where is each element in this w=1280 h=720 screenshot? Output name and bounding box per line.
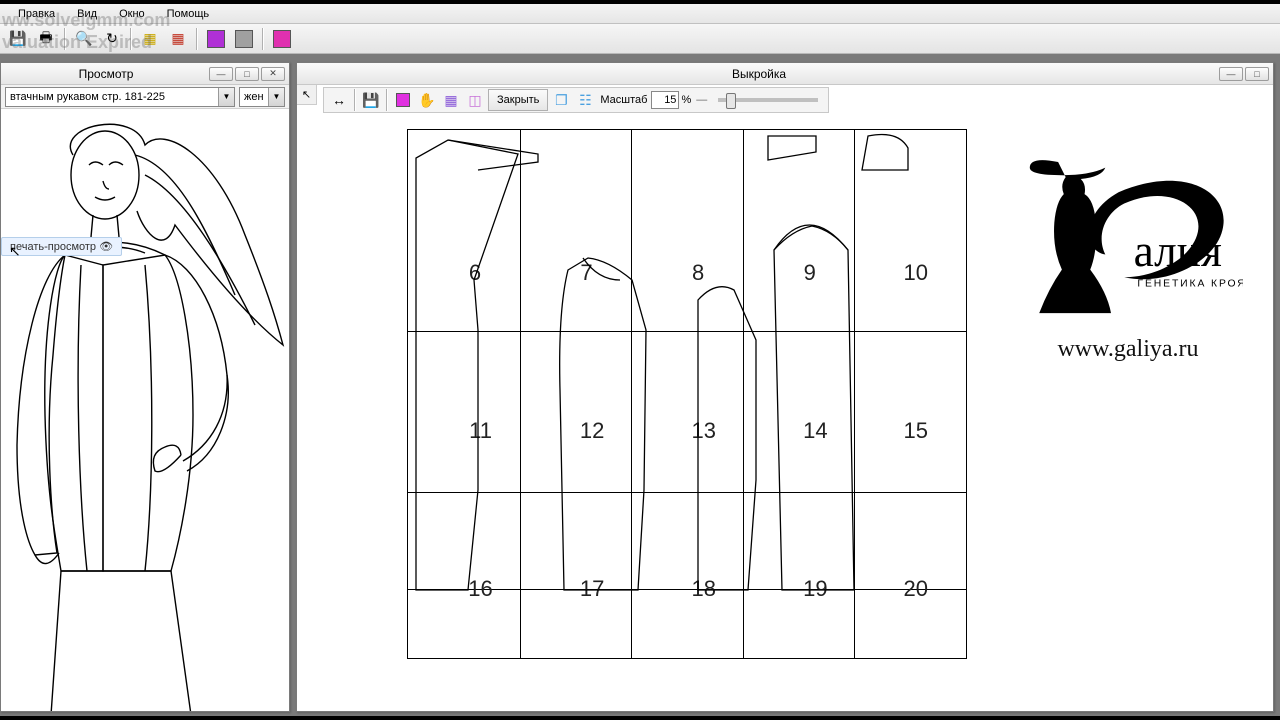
- pattern-titlebar[interactable]: Выкройка — □: [297, 63, 1273, 85]
- print-icon[interactable]: 🖶: [34, 27, 58, 51]
- scale-slider[interactable]: [718, 98, 818, 102]
- preview-title-text: Просмотр: [5, 67, 207, 81]
- split-icon[interactable]: ◫: [464, 89, 486, 111]
- menu-help[interactable]: Помощь: [157, 6, 220, 22]
- color-swatch-3[interactable]: [270, 27, 294, 51]
- pattern-pieces: [408, 130, 968, 660]
- gender-dropdown[interactable]: жен ▼: [239, 87, 285, 107]
- chevron-down-icon: ▼: [218, 88, 234, 106]
- galiya-logo: алия ГЕНЕТИКА КРОЯ: [1013, 145, 1243, 315]
- maximize-button[interactable]: □: [235, 67, 259, 81]
- close-button[interactable]: ✕: [261, 67, 285, 81]
- preview-titlebar[interactable]: Просмотр — □ ✕: [1, 63, 289, 85]
- palette-red-icon[interactable]: ▦: [166, 27, 190, 51]
- cursor-icon: ↖: [9, 243, 21, 260]
- layers-icon[interactable]: ❐: [550, 89, 572, 111]
- percent-label: %: [681, 94, 691, 106]
- maximize-button[interactable]: □: [1245, 67, 1269, 81]
- grid-icon[interactable]: ▦: [440, 89, 462, 111]
- menu-window[interactable]: Окно: [109, 6, 155, 22]
- chevron-down-icon: ▼: [268, 88, 284, 106]
- pattern-window: Выкройка — □ ↖ ↔ 💾 ✋ ▦ ◫ Закрыть ❐ ☷ Мас…: [296, 62, 1274, 712]
- pattern-toolbar: ↔ 💾 ✋ ▦ ◫ Закрыть ❐ ☷ Масштаб % —: [323, 87, 829, 113]
- pattern-canvas[interactable]: 6 7 8 9 10 11 12 13 14 15 16 17 18 19 20: [297, 115, 1273, 711]
- color-swatch-2[interactable]: [232, 27, 256, 51]
- svg-text:алия: алия: [1134, 226, 1222, 276]
- minimize-button[interactable]: —: [209, 67, 233, 81]
- close-pattern-button[interactable]: Закрыть: [488, 89, 548, 111]
- svg-text:ГЕНЕТИКА КРОЯ: ГЕНЕТИКА КРОЯ: [1137, 279, 1243, 290]
- pattern-title-text: Выкройка: [301, 67, 1217, 81]
- hand-pan-icon[interactable]: ✋: [416, 89, 438, 111]
- minimize-button[interactable]: —: [1219, 67, 1243, 81]
- mdi-workspace: Просмотр — □ ✕ втачным рукавом стр. 181-…: [0, 54, 1280, 716]
- preview-icon: 👁: [99, 241, 113, 253]
- color-swatch-1[interactable]: [204, 27, 228, 51]
- menu-edit[interactable]: Правка: [8, 6, 65, 22]
- model-dropdown[interactable]: втачным рукавом стр. 181-225 ▼: [5, 87, 235, 107]
- fashion-figure-sketch: [1, 115, 289, 711]
- page-grid: 6 7 8 9 10 11 12 13 14 15 16 17 18 19 20: [407, 129, 967, 659]
- brand-url: www.galiya.ru: [1003, 336, 1253, 363]
- main-toolbar: 💾 🖶 🔍 ↻ ▦ ▦: [0, 24, 1280, 54]
- scale-input[interactable]: [651, 91, 679, 109]
- scale-label: Масштаб: [600, 94, 647, 106]
- brand-logo-block: алия ГЕНЕТИКА КРОЯ www.galiya.ru: [1003, 145, 1253, 363]
- fill-color-icon[interactable]: [392, 89, 414, 111]
- save-icon[interactable]: 💾: [6, 27, 30, 51]
- palette-yellow-icon[interactable]: ▦: [138, 27, 162, 51]
- preview-window: Просмотр — □ ✕ втачным рукавом стр. 181-…: [0, 62, 290, 712]
- scale-minus-icon[interactable]: —: [696, 94, 707, 106]
- zoom-icon[interactable]: 🔍: [72, 27, 96, 51]
- refresh-icon[interactable]: ↻: [100, 27, 124, 51]
- fit-width-icon[interactable]: ↔: [328, 89, 350, 111]
- menubar: Правка Вид Окно Помощь: [0, 4, 1280, 24]
- save-icon[interactable]: 💾: [360, 89, 382, 111]
- ruler-corner-icon[interactable]: ↖: [297, 85, 317, 105]
- options-icon[interactable]: ☷: [574, 89, 596, 111]
- menu-view[interactable]: Вид: [67, 6, 107, 22]
